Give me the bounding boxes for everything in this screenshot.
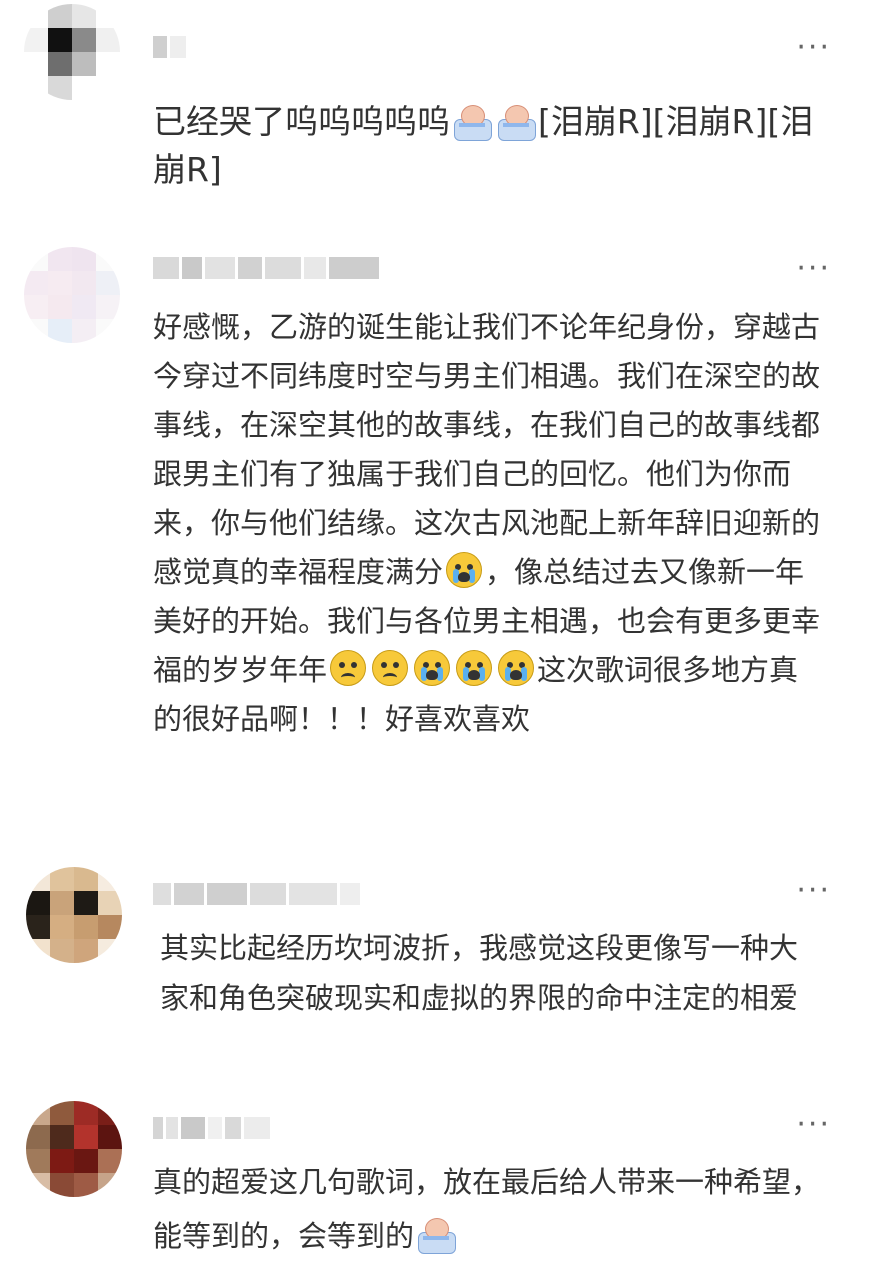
crying-sticker-icon bbox=[452, 105, 492, 141]
comment-item: ··· 好感慨，乙游的诞生能让我们不论年纪身份，穿越古今穿过不同纬度时空与男主们… bbox=[0, 225, 871, 845]
crying-face-icon bbox=[446, 552, 483, 588]
username-blurred[interactable] bbox=[153, 255, 379, 281]
comment-text: 好感慨，乙游的诞生能让我们不论年纪身份，穿越古今穿过不同纬度时空与男主们相遇。我… bbox=[153, 310, 821, 736]
crying-face-icon bbox=[456, 650, 493, 686]
username-blurred[interactable] bbox=[153, 1115, 270, 1141]
avatar[interactable] bbox=[26, 1101, 122, 1197]
avatar[interactable] bbox=[24, 247, 120, 343]
username-blurred[interactable] bbox=[153, 881, 360, 907]
avatar[interactable] bbox=[24, 4, 120, 100]
comment-item: ··· 其实比起经历坎坷波折，我感觉这段更像写一种大家和角色突破现实和虚拟的界限… bbox=[0, 845, 871, 1085]
crying-sticker-icon bbox=[416, 1218, 457, 1254]
more-icon[interactable]: ··· bbox=[796, 33, 831, 63]
more-icon[interactable]: ··· bbox=[796, 254, 831, 284]
comment-text: 已经哭了呜呜呜呜呜 [泪崩R][泪崩R][泪崩R] bbox=[153, 102, 814, 189]
crying-sticker-icon bbox=[496, 105, 536, 141]
sad-face-icon bbox=[330, 650, 367, 686]
comment-item: ··· 真的超爱这几句歌词，放在最后给人带来一种希望，能等到的，会等到的 bbox=[0, 1085, 871, 1280]
comment-item: ··· 已经哭了呜呜呜呜呜 [泪崩R][泪崩R][泪崩R] bbox=[0, 0, 871, 225]
more-icon[interactable]: ··· bbox=[796, 1110, 831, 1140]
sad-face-icon bbox=[372, 650, 409, 686]
more-icon[interactable]: ··· bbox=[796, 876, 831, 906]
crying-face-icon bbox=[498, 650, 535, 686]
comment-text: 真的超爱这几句歌词，放在最后给人带来一种希望，能等到的，会等到的 bbox=[153, 1165, 821, 1254]
crying-face-icon bbox=[414, 650, 451, 686]
avatar[interactable] bbox=[26, 867, 122, 963]
comment-text: 其实比起经历坎坷波折，我感觉这段更像写一种大家和角色突破现实和虚拟的界限的命中注… bbox=[160, 931, 799, 1015]
username-blurred[interactable] bbox=[153, 34, 186, 60]
